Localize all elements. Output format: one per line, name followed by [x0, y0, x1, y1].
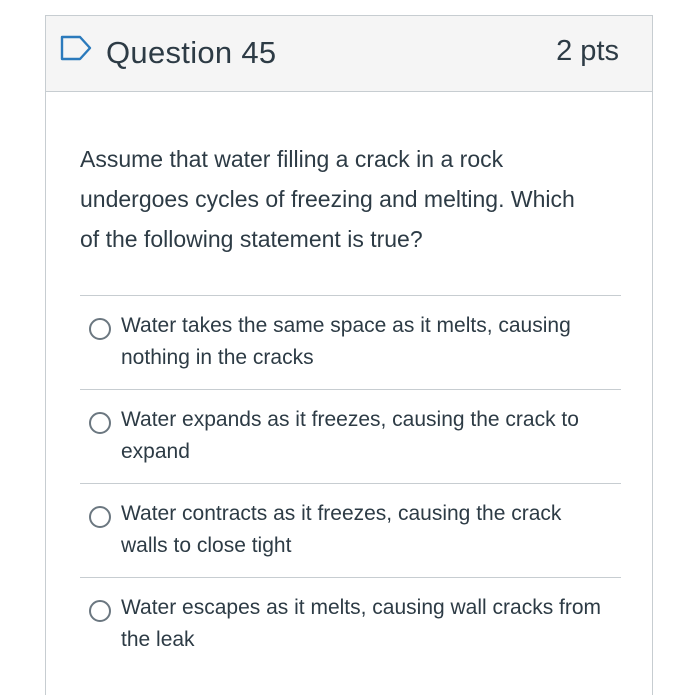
answer-label[interactable]: Water expands as it freezes, causing the…: [121, 404, 611, 468]
question-points: 2 pts: [556, 35, 619, 67]
question-header: Question 45 2 pts: [46, 16, 652, 92]
answer-option[interactable]: Water contracts as it freezes, causing t…: [80, 483, 621, 577]
question-card: Question 45 2 pts Assume that water fill…: [45, 15, 653, 695]
radio-button[interactable]: [89, 318, 111, 340]
radio-button[interactable]: [89, 412, 111, 434]
answer-option[interactable]: Water expands as it freezes, causing the…: [80, 389, 621, 483]
question-text: Assume that water filling a crack in a r…: [80, 146, 575, 252]
answer-label[interactable]: Water contracts as it freezes, causing t…: [121, 498, 611, 562]
answer-option[interactable]: Water takes the same space as it melts, …: [80, 295, 621, 389]
answer-label[interactable]: Water escapes as it melts, causing wall …: [121, 592, 611, 656]
answer-option[interactable]: Water escapes as it melts, causing wall …: [80, 577, 621, 671]
radio-button[interactable]: [89, 506, 111, 528]
answer-list: Water takes the same space as it melts, …: [80, 295, 621, 671]
answer-label[interactable]: Water takes the same space as it melts, …: [121, 310, 611, 374]
flag-outline-icon[interactable]: [59, 34, 93, 62]
radio-button[interactable]: [89, 600, 111, 622]
question-title: Question 45: [106, 35, 277, 70]
